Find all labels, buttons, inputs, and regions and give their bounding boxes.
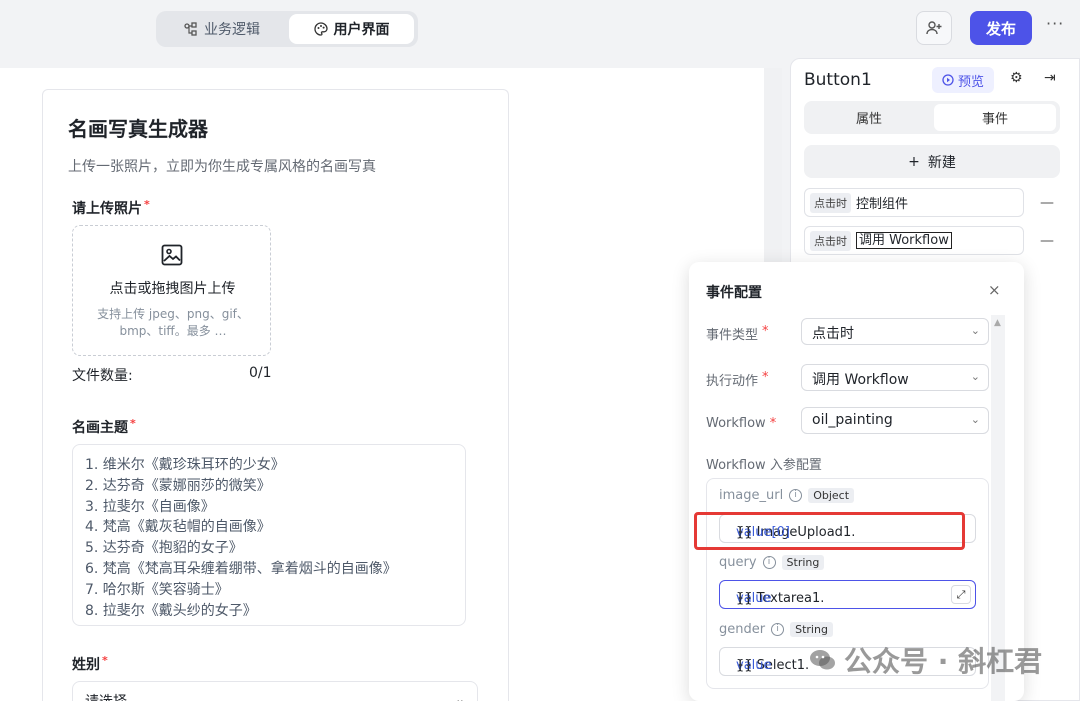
param-row: image_url i Object (719, 488, 855, 503)
workflow-select[interactable]: oil_painting ⌄ (801, 407, 989, 434)
event-row[interactable]: 点击时 调用 Workflow (804, 226, 1024, 255)
tab-properties[interactable]: 属性 (808, 104, 930, 131)
highlight-box (694, 512, 965, 550)
param-expression-suffix: }} (736, 658, 753, 673)
logic-icon (184, 22, 197, 36)
event-trigger-tag: 点击时 (810, 192, 851, 213)
preview-label: 预览 (957, 74, 984, 90)
theme-item: 4. 梵高《戴灰毡帽的自画像》 (85, 519, 271, 536)
theme-item: 3. 拉斐尔《自画像》 (85, 498, 215, 515)
play-icon (942, 74, 954, 86)
preview-button[interactable]: 预览 (932, 67, 994, 93)
new-event-button[interactable]: + 新建 (804, 145, 1060, 178)
param-type: Object (808, 488, 855, 503)
file-count-value: 0/1 (249, 365, 272, 381)
add-user-icon (926, 21, 942, 35)
theme-item: 5. 达芬奇《抱貂的女子》 (85, 540, 243, 557)
param-expression-suffix: }} (736, 591, 753, 606)
event-type-value: 点击时 (812, 326, 854, 342)
theme-textarea[interactable]: 1. 维米尔《戴珍珠耳环的少女》 2. 达芬奇《蒙娜丽莎的微笑》 3. 拉斐尔《… (72, 444, 466, 626)
gender-label: 姓别 * (72, 654, 108, 673)
tab-events[interactable]: 事件 (934, 104, 1056, 131)
mode-switcher: 业务逻辑 用户界面 (156, 11, 418, 47)
required-mark: * (762, 370, 769, 385)
info-icon[interactable]: i (762, 556, 776, 569)
gender-select[interactable]: 请选择 ⌄ (72, 681, 478, 701)
event-row[interactable]: 点击时 控制组件 (804, 188, 1024, 217)
upload-main-text: 点击或拖拽图片上传 (109, 281, 236, 297)
info-icon[interactable]: i (771, 623, 785, 636)
theme-item: 6. 梵高《梵高耳朵缠着绷带、拿着烟斗的自画像》 (85, 560, 397, 577)
collapse-panel-icon[interactable]: ⇥ (1044, 70, 1056, 86)
tab-business-logic-label: 业务逻辑 (204, 22, 260, 38)
plus-icon: + (908, 153, 920, 170)
watermark: 公众号 · 斜杠君 (808, 640, 1042, 680)
workflow-value: oil_painting (812, 412, 893, 428)
action-value: 调用 Workflow (812, 372, 909, 388)
chevron-down-icon: ⌄ (970, 324, 980, 337)
image-icon (161, 244, 183, 266)
chevron-down-icon: ⌄ (970, 413, 980, 426)
remove-event-button[interactable]: — (1040, 195, 1054, 211)
param-type: String (781, 555, 825, 570)
popover-title: 事件配置 (706, 285, 762, 301)
upload-hint: 支持上传 jpeg、png、gif、bmp、tiff。最多 … (97, 307, 249, 338)
workflow-label: Workflow * (706, 416, 777, 431)
palette-icon (313, 22, 328, 36)
event-type-label: 事件类型 * (706, 324, 769, 343)
watermark-text: 公众号 · 斜杠君 (844, 645, 1043, 678)
remove-event-button[interactable]: — (1040, 233, 1054, 249)
theme-item: 8. 拉斐尔《戴头纱的女子》 (85, 602, 257, 619)
action-select[interactable]: 调用 Workflow ⌄ (801, 364, 989, 391)
page-title: 名画写真生成器 (68, 117, 208, 141)
event-type-select[interactable]: 点击时 ⌄ (801, 318, 989, 345)
param-row: query i String (719, 555, 825, 570)
more-menu-icon[interactable]: ··· (1046, 14, 1064, 33)
theme-item: 1. 维米尔《戴珍珠耳环的少女》 (85, 457, 285, 473)
tab-user-interface[interactable]: 用户界面 (289, 14, 414, 44)
param-name: gender (719, 622, 766, 637)
scroll-up-icon[interactable]: ▲ (994, 318, 1001, 328)
required-mark: * (769, 416, 777, 431)
upload-label: 请上传照片 * (72, 198, 150, 217)
file-count-label: 文件数量: (72, 368, 133, 384)
params-title: Workflow 入参配置 (706, 458, 822, 473)
expand-icon[interactable]: ⤢ (951, 585, 971, 604)
close-icon[interactable]: × (988, 281, 1001, 299)
theme-item: 7. 哈尔斯《笑容骑士》 (85, 581, 229, 598)
publish-button[interactable]: 发布 (970, 11, 1032, 45)
theme-list: 1. 维米尔《戴珍珠耳环的少女》 2. 达芬奇《蒙娜丽莎的微笑》 3. 拉斐尔《… (85, 455, 397, 621)
event-trigger-tag: 点击时 (810, 230, 851, 251)
settings-icon[interactable]: ⚙ (1010, 70, 1023, 86)
param-value-input[interactable]: {{ Textarea1. value }} ⤢ (719, 580, 976, 609)
info-icon[interactable]: i (789, 489, 803, 502)
action-label: 执行动作 * (706, 370, 769, 389)
required-mark: * (102, 654, 108, 667)
gender-placeholder: 请选择 (85, 691, 127, 701)
required-mark: * (762, 324, 769, 339)
collaborators-button[interactable] (916, 11, 952, 45)
panel-tabs: 属性 事件 (804, 101, 1060, 134)
required-mark: * (130, 417, 136, 430)
chevron-down-icon: ⌄ (454, 692, 465, 701)
image-upload-dropzone[interactable]: 点击或拖拽图片上传 支持上传 jpeg、png、gif、bmp、tiff。最多 … (72, 225, 271, 356)
param-name: image_url (719, 488, 784, 503)
tab-business-logic[interactable]: 业务逻辑 (160, 14, 284, 44)
chevron-down-icon: ⌄ (970, 370, 980, 383)
theme-item: 2. 达芬奇《蒙娜丽莎的微笑》 (85, 477, 271, 494)
event-action: 控制组件 (856, 197, 909, 212)
theme-label: 名画主题 * (72, 417, 136, 436)
required-mark: * (144, 198, 150, 211)
param-type: String (790, 622, 833, 637)
new-event-label: 新建 (927, 154, 956, 171)
param-name: query (719, 555, 757, 570)
wechat-icon (810, 650, 835, 670)
component-name: Button1 (804, 70, 872, 90)
param-row: gender i String (719, 622, 833, 637)
event-action: 调用 Workflow (856, 232, 952, 249)
tab-user-interface-label: 用户界面 (333, 22, 390, 38)
page-subtitle: 上传一张照片，立即为你生成专属风格的名画写真 (68, 159, 376, 175)
